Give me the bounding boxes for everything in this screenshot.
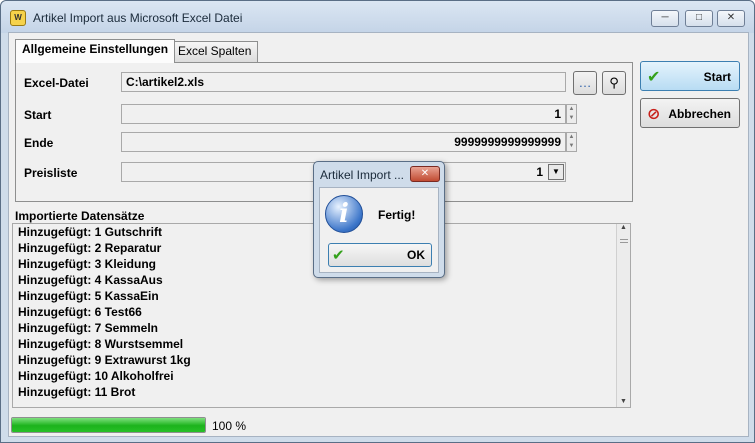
app-icon: W xyxy=(10,10,26,26)
ok-button[interactable]: ✔ OK xyxy=(328,243,432,267)
ende-spinner[interactable]: ▲ ▼ xyxy=(566,132,577,152)
tab-excel-spalten[interactable]: Excel Spalten xyxy=(171,41,259,62)
search-button[interactable]: ⚲ xyxy=(602,71,626,95)
start-field[interactable]: 1 xyxy=(121,104,566,124)
browse-button[interactable]: … xyxy=(573,71,597,95)
scroll-up-icon[interactable]: ▲ xyxy=(617,224,630,231)
import-list-header: Importierte Datensätze xyxy=(15,209,145,223)
chevron-down-icon[interactable]: ▼ xyxy=(548,164,564,180)
window-title: Artikel Import aus Microsoft Excel Datei xyxy=(33,11,243,25)
list-item[interactable]: Hinzugefügt: 8 Wurstsemmel xyxy=(13,336,630,352)
preisliste-label: Preisliste xyxy=(24,166,78,180)
cancel-icon: ⊘ xyxy=(647,106,661,123)
checkmark-icon: ✔ xyxy=(332,247,345,264)
start-label: Start xyxy=(24,108,52,122)
list-item[interactable]: Hinzugefügt: 11 Brot xyxy=(13,384,630,400)
excel-file-label: Excel-Datei xyxy=(24,76,89,90)
folder-icon: … xyxy=(578,75,592,90)
dialog-title: Artikel Import ... xyxy=(320,168,405,182)
checkmark-icon: ✔ xyxy=(647,69,661,86)
scroll-thumb[interactable] xyxy=(619,239,628,243)
abbrechen-button[interactable]: ⊘ Abbrechen xyxy=(640,98,740,128)
dialog-body: i Fertig! ✔ OK xyxy=(319,187,439,273)
dialog-close-button[interactable]: ✕ xyxy=(410,166,440,182)
list-item[interactable]: Hinzugefügt: 5 KassaEin xyxy=(13,288,630,304)
message-dialog: Artikel Import ... ✕ i Fertig! ✔ OK xyxy=(313,161,445,278)
ende-field[interactable]: 9999999999999999 xyxy=(121,132,566,152)
close-button[interactable]: ✕ xyxy=(717,10,745,27)
scroll-down-icon[interactable]: ▼ xyxy=(617,398,630,405)
start-spinner[interactable]: ▲ ▼ xyxy=(566,104,577,124)
tab-allgemeine-einstellungen[interactable]: Allgemeine Einstellungen xyxy=(15,39,176,63)
title-bar[interactable]: W Artikel Import aus Microsoft Excel Dat… xyxy=(1,1,754,33)
minimize-button[interactable]: ─ xyxy=(651,10,679,27)
list-scrollbar[interactable]: ▲ ▼ xyxy=(616,224,630,407)
search-icon: ⚲ xyxy=(609,75,619,90)
list-item[interactable]: Hinzugefügt: 10 Alkoholfrei xyxy=(13,368,630,384)
maximize-button[interactable]: □ xyxy=(685,10,713,27)
list-item[interactable]: Hinzugefügt: 7 Semmeln xyxy=(13,320,630,336)
progress-fill xyxy=(12,418,205,432)
list-item[interactable]: Hinzugefügt: 9 Extrawurst 1kg xyxy=(13,352,630,368)
progress-label: 100 % xyxy=(212,419,247,433)
excel-file-field[interactable]: C:\artikel2.xls xyxy=(121,72,566,92)
list-item[interactable]: Hinzugefügt: 6 Test66 xyxy=(13,304,630,320)
info-icon: i xyxy=(325,195,363,233)
dialog-message: Fertig! xyxy=(378,208,416,222)
start-button[interactable]: ✔ Start xyxy=(640,61,740,91)
ende-label: Ende xyxy=(24,136,54,150)
progress-bar xyxy=(11,417,206,433)
